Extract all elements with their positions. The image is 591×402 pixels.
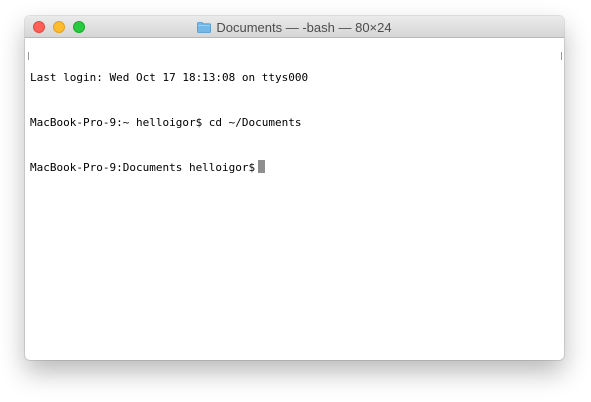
window-title-text: Documents — -bash — 80×24: [216, 19, 392, 35]
terminal-line-login: Last login: Wed Oct 17 18:13:08 on ttys0…: [30, 71, 309, 84]
window-title: Documents — -bash — 80×24: [25, 16, 564, 38]
line-marker-right: [561, 52, 562, 60]
terminal-content[interactable]: Last login: Wed Oct 17 18:13:08 on ttys0…: [25, 38, 564, 360]
terminal-line-prompt: MacBook-Pro-9:Documents helloigor$: [30, 160, 559, 175]
terminal-window: Documents — -bash — 80×24 Last login: We…: [25, 16, 564, 360]
title-bar[interactable]: Documents — -bash — 80×24: [25, 16, 564, 38]
text-cursor: [258, 160, 266, 173]
line-marker-left: [28, 52, 29, 60]
folder-icon: [197, 21, 212, 33]
prompt-text: MacBook-Pro-9:Documents helloigor$: [30, 161, 256, 174]
terminal-line-cd: MacBook-Pro-9:~ helloigor$ cd ~/Document…: [30, 116, 302, 129]
